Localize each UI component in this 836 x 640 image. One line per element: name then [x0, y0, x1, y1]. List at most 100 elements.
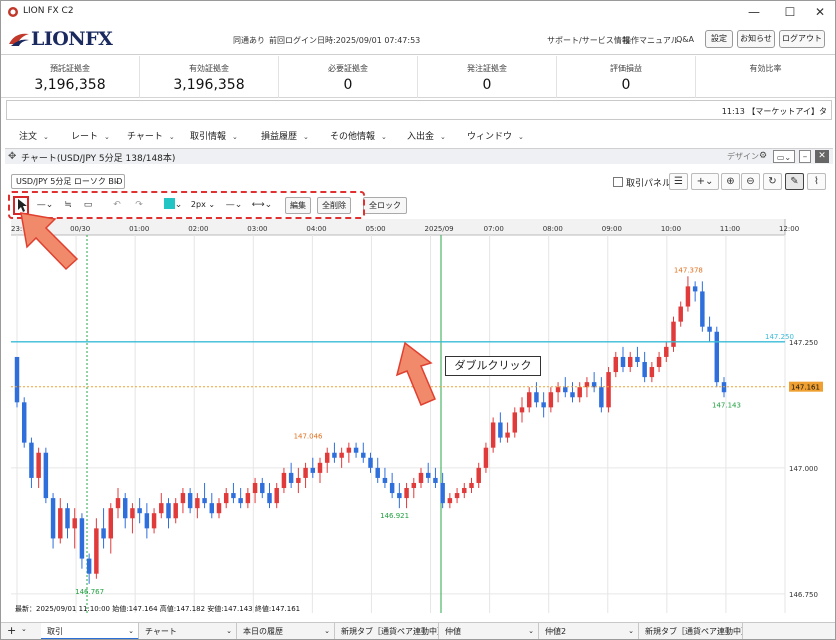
- logout-button[interactable]: ログアウト: [779, 30, 825, 48]
- news-ticker[interactable]: 11:13 【マーケットアイ】タ: [6, 100, 832, 120]
- summary-cell: 有効比率: [696, 56, 835, 98]
- current-price-label: 147.161: [791, 384, 820, 392]
- candle-body: [490, 422, 496, 448]
- menu-trade-info[interactable]: 取引情報 ⌄: [190, 129, 238, 142]
- tab-midrate-2[interactable]: 仲値2 ⌄: [539, 623, 639, 639]
- summary-value: 0: [621, 77, 631, 93]
- mid-high-label: 147.046: [294, 433, 323, 441]
- tab-today-history[interactable]: 本日の履歴 ⌄: [237, 623, 335, 639]
- menu-other-info[interactable]: その他情報 ⌄: [330, 129, 387, 142]
- candle-body: [505, 432, 510, 438]
- add-indicator-icon[interactable]: +⌄: [691, 173, 719, 190]
- zoom-out-icon[interactable]: ⊖: [741, 173, 760, 190]
- candle-body: [274, 488, 279, 504]
- title-bar: LION FX C2 — ☐ ✕: [1, 1, 835, 23]
- candle-body: [223, 493, 229, 504]
- candle-body: [130, 508, 135, 519]
- candle-body: [267, 493, 272, 504]
- indicator-icon[interactable]: ☰: [669, 173, 688, 190]
- menu-label: 注文: [19, 132, 38, 142]
- gear-icon[interactable]: ⚙: [757, 150, 769, 163]
- summary-label: 有効比率: [749, 64, 782, 73]
- tab-chart[interactable]: チャート ⌄: [139, 623, 237, 639]
- maximize-button[interactable]: ☐: [775, 1, 805, 23]
- candle-body: [151, 513, 157, 529]
- candle-body: [483, 447, 489, 468]
- candle-body: [700, 291, 705, 327]
- menu-label: 入出金: [407, 132, 435, 142]
- add-tab-icon[interactable]: +: [7, 624, 16, 637]
- tab-label: 新規タブ［通貨ペア連動中］: [645, 627, 743, 636]
- tab-trade[interactable]: 取引 ⌄: [41, 623, 139, 639]
- menu-rate[interactable]: レート ⌄: [71, 129, 110, 142]
- ohlc-status-line: 最新：2025/09/01 11:10:00 始値:147.164 高値:147…: [15, 605, 301, 613]
- candle-body: [115, 498, 121, 509]
- menu-bar: 注文 ⌄ レート ⌄ チャート ⌄ 取引情報 ⌄ 損益履歴 ⌄ その他情報 ⌄ 入出金 ⌄ ウ…: [1, 125, 835, 145]
- candle-body: [375, 467, 380, 478]
- trade-panel-label: 取引パネル: [626, 179, 672, 189]
- manual-link[interactable]: 操作マニュアル: [623, 35, 679, 46]
- candle-body: [72, 518, 77, 529]
- x-tick-label: 11:00: [720, 225, 740, 233]
- candlestick-chart[interactable]: 23: 00/30 01:00 02:00 03:00 04:00 05:00 2025/09…: [11, 219, 827, 613]
- support-link[interactable]: サポート/サービス情報: [547, 35, 630, 46]
- window-state-button[interactable]: ▭⌄: [773, 150, 795, 163]
- close-window-button[interactable]: ✕: [805, 1, 835, 23]
- pen-icon[interactable]: ✎: [785, 173, 804, 190]
- zoom-in-icon[interactable]: ⊕: [721, 173, 740, 190]
- qa-link[interactable]: Q&A: [676, 35, 694, 44]
- close-chart-button[interactable]: ✕: [815, 150, 829, 163]
- chevron-down-icon: ⌄: [381, 133, 387, 141]
- candle-body: [642, 361, 647, 378]
- chart-window-header[interactable]: ✥ チャート(USD/JPY 5分足 138/148本) デザイン ⚙ ▭⌄ –…: [5, 148, 833, 164]
- candle-body: [14, 356, 20, 403]
- checkbox-icon[interactable]: [613, 177, 623, 187]
- summary-cell: 発注証拠金 0: [418, 56, 557, 98]
- account-summary: 預託証拠金 3,196,358 有効証拠金 3,196,358 必要証拠金 0 …: [1, 56, 835, 98]
- window-title: LION FX C2: [23, 6, 74, 16]
- menu-chart[interactable]: チャート ⌄: [127, 129, 175, 142]
- menu-pl-history[interactable]: 損益履歴 ⌄: [261, 129, 309, 142]
- candle-body: [238, 498, 243, 504]
- lock-all-button[interactable]: 全ロック: [363, 197, 407, 214]
- candle-body: [122, 498, 128, 519]
- settings-button[interactable]: 設定: [705, 30, 733, 48]
- menu-window[interactable]: ウィンドウ ⌄: [467, 129, 524, 142]
- trend-tool-icon[interactable]: ⌇: [807, 173, 826, 190]
- chevron-down-icon: ⌄: [528, 627, 534, 635]
- chevron-down-icon[interactable]: ⌄: [21, 625, 27, 633]
- candle-body: [454, 493, 460, 499]
- logo-text: LIONFX: [31, 28, 113, 50]
- candle-body: [324, 452, 330, 463]
- symbol-select[interactable]: USD/JPY 5分足 ローソク BID ⌄: [11, 174, 125, 189]
- menu-order[interactable]: 注文 ⌄: [19, 129, 49, 142]
- candle-body: [332, 452, 337, 458]
- tab-new-linked[interactable]: 新規タブ［通貨ペア連動中］: [335, 623, 439, 639]
- summary-label: 評価損益: [610, 64, 642, 73]
- candle-body: [627, 356, 633, 368]
- pointer-arrow-icon: [20, 212, 79, 271]
- candle-body: [577, 387, 582, 398]
- minimize-chart-button[interactable]: –: [799, 150, 811, 163]
- tab-new-linked-2[interactable]: 新規タブ［通貨ペア連動中］: [639, 623, 743, 639]
- x-tick-label: 03:00: [247, 225, 267, 233]
- notice-button[interactable]: お知らせ: [737, 30, 775, 48]
- menu-deposit[interactable]: 入出金 ⌄: [407, 129, 446, 142]
- move-icon[interactable]: ✥: [8, 151, 16, 162]
- trade-panel-toggle[interactable]: 取引パネル: [613, 176, 671, 189]
- tab-midrate[interactable]: 仲値 ⌄: [439, 623, 539, 639]
- candle-body: [620, 356, 626, 368]
- candle-body: [159, 503, 164, 514]
- refresh-icon[interactable]: ↻: [763, 173, 782, 190]
- design-button[interactable]: デザイン: [727, 150, 759, 163]
- double-click-callout: ダブルクリック: [445, 356, 541, 376]
- summary-cell: 評価損益 0: [557, 56, 696, 98]
- candle-body: [613, 356, 619, 373]
- summary-cell: 有効証拠金 3,196,358: [140, 56, 279, 98]
- candle-body: [108, 508, 114, 539]
- y-tick-label: 146.750: [789, 591, 818, 599]
- menu-label: 損益履歴: [261, 132, 298, 142]
- minimize-button[interactable]: —: [739, 1, 769, 23]
- candle-body: [714, 331, 720, 383]
- summary-label: 有効証拠金: [189, 64, 229, 73]
